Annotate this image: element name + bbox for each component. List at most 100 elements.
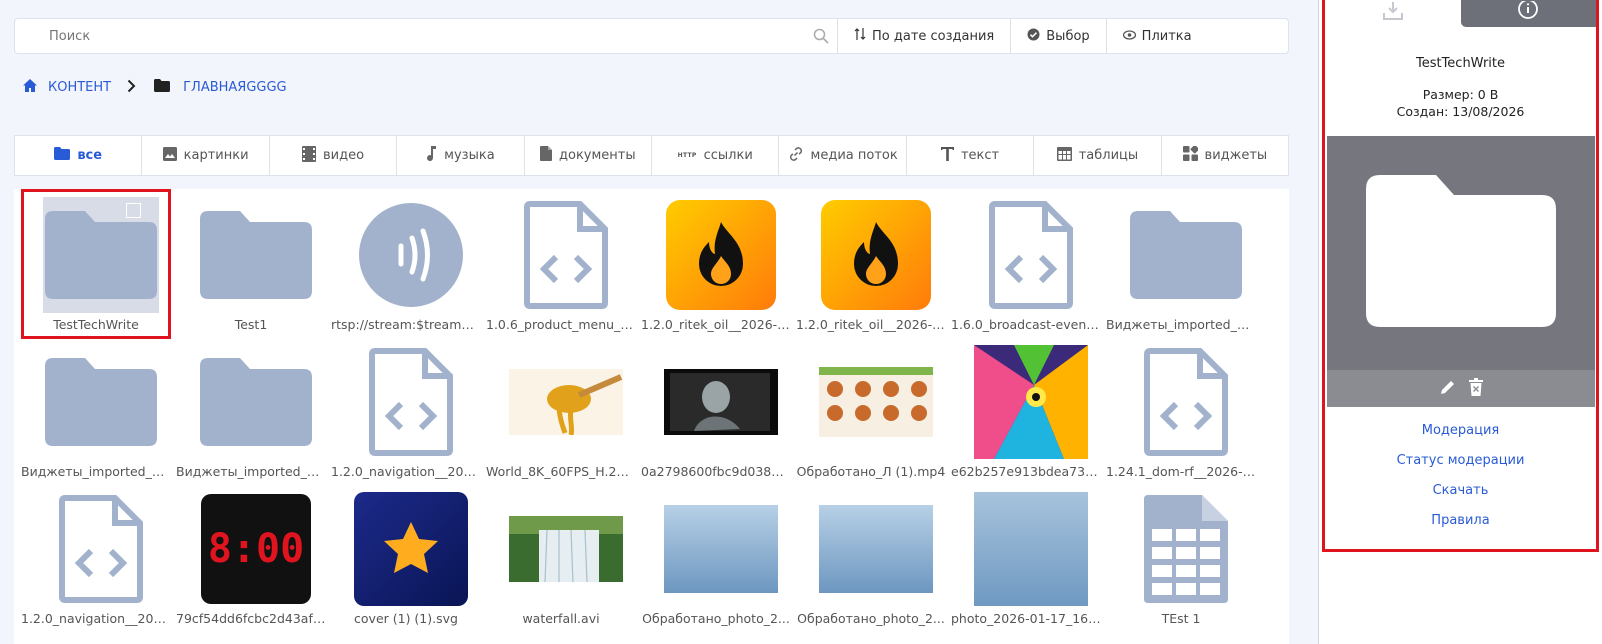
content-item[interactable]: e62b257e913bdea73f2... — [951, 336, 1101, 486]
music-note-icon — [426, 146, 437, 165]
content-item[interactable]: 1.2.0_navigation__2026... — [21, 483, 171, 633]
item-thumbnail — [973, 197, 1089, 313]
item-name: Виджеты_imported_49... — [1106, 317, 1256, 332]
filter-tab-4[interactable]: документы — [525, 136, 653, 175]
item-thumbnail — [1128, 344, 1244, 460]
filter-tab-7[interactable]: текст — [907, 136, 1035, 175]
content-item[interactable]: rtsp://stream:$tream1... — [331, 189, 481, 339]
content-item[interactable]: TEst 1 — [1106, 483, 1256, 633]
item-thumbnail — [973, 344, 1089, 460]
item-name: Обработано_photo_2... — [797, 611, 945, 626]
filter-tab-label: документы — [559, 148, 636, 163]
filter-tab-3[interactable]: музыка — [397, 136, 525, 175]
content-item[interactable]: waterfall.avi — [486, 483, 636, 633]
filter-tab-1[interactable]: картинки — [142, 136, 270, 175]
image-thumbnail — [974, 492, 1088, 606]
home-icon[interactable] — [22, 78, 38, 97]
table-file-icon — [1144, 495, 1228, 603]
content-item[interactable]: Обработано_Л (1).mp4 — [796, 336, 946, 486]
link-icon — [788, 146, 804, 166]
item-thumbnail — [353, 197, 469, 313]
eye-icon — [1122, 29, 1136, 44]
filter-tab-label: текст — [960, 148, 1000, 163]
content-item[interactable]: 1.2.0_ritek_oil__2026-0... — [641, 189, 791, 339]
type-filter-tabs: все картинки видео музыка документы HTTP ссылк… — [14, 135, 1289, 176]
filter-tab-9[interactable]: виджеты — [1162, 136, 1288, 175]
item-thumbnail — [1128, 197, 1244, 313]
top-toolbar: По дате создания Выбор Плитка — [14, 18, 1289, 54]
item-name: Виджеты_imported_d... — [21, 464, 171, 479]
item-thumbnail — [663, 197, 779, 313]
select-button[interactable]: Выбор — [1010, 19, 1105, 53]
content-item[interactable]: Виджеты_imported_94... — [176, 336, 326, 486]
content-item[interactable]: Test1 — [176, 189, 326, 339]
chevron-right-icon — [127, 79, 136, 97]
content-item[interactable]: Обработано_photo_2... — [796, 483, 946, 633]
item-thumbnail — [973, 491, 1089, 607]
content-item[interactable]: 1.2.0_navigation__2026... — [331, 336, 481, 486]
folder-icon — [54, 147, 71, 164]
item-thumbnail — [43, 491, 159, 607]
content-grid: TestTechWrite Test1 rtsp://stream:$tream1.… — [14, 189, 1289, 644]
search-icon[interactable] — [813, 28, 829, 48]
sort-button[interactable]: По дате создания — [837, 19, 1010, 53]
item-thumbnail — [818, 344, 934, 460]
item-name: 1.2.0_navigation__2026... — [331, 464, 481, 479]
filter-tab-8[interactable]: таблицы — [1034, 136, 1162, 175]
item-thumbnail — [198, 197, 314, 313]
filter-tab-0[interactable]: все — [15, 136, 143, 175]
sort-icon — [854, 27, 866, 45]
content-item[interactable]: TestTechWrite — [21, 189, 171, 339]
item-thumbnail — [508, 197, 624, 313]
image-thumbnail — [974, 345, 1088, 459]
item-name: Обработано_photo_2... — [642, 611, 790, 626]
filter-tab-6[interactable]: медиа поток — [779, 136, 907, 175]
content-item[interactable]: 0a2798600fbc9d03827... — [641, 336, 791, 486]
search-box — [15, 19, 837, 53]
item-thumbnail — [818, 197, 934, 313]
item-name: cover (1) (1).svg — [354, 611, 458, 626]
view-mode-label: Плитка — [1141, 28, 1192, 44]
content-item[interactable]: World_8K_60FPS_H.26... — [486, 336, 636, 486]
item-name: 0a2798600fbc9d03827... — [641, 464, 791, 479]
filter-tab-label: все — [77, 148, 103, 163]
code-file-icon — [369, 348, 453, 456]
filter-tab-5[interactable]: HTTP ссылки — [652, 136, 780, 175]
item-name: 1.24.1_dom-rf__2026-0... — [1106, 464, 1256, 479]
content-item[interactable]: 1.2.0_ritek_oil__2026-0... — [796, 189, 946, 339]
image-icon — [162, 146, 177, 165]
content-item[interactable]: 1.24.1_dom-rf__2026-0... — [1106, 336, 1256, 486]
folder-icon — [45, 211, 157, 299]
item-thumbnail — [508, 491, 624, 607]
content-item[interactable]: cover (1) (1).svg — [331, 483, 481, 633]
content-item[interactable]: Виджеты_imported_d... — [21, 336, 171, 486]
widgets-icon — [1182, 145, 1199, 165]
image-thumbnail — [819, 367, 933, 437]
breadcrumb-current[interactable]: ГЛАВНАЯGGGG — [183, 80, 287, 95]
clock-digits: 8:00 — [207, 526, 305, 572]
item-name: 1.2.0_ritek_oil__2026-0... — [796, 317, 946, 332]
item-checkbox[interactable] — [126, 203, 141, 218]
filter-tab-2[interactable]: видео — [270, 136, 398, 175]
content-item[interactable]: Виджеты_imported_49... — [1106, 189, 1256, 339]
item-thumbnail — [818, 491, 934, 607]
film-icon — [301, 145, 316, 166]
filter-tab-label: виджеты — [1204, 148, 1268, 163]
fire-app-icon — [666, 200, 776, 310]
view-mode-button[interactable]: Плитка — [1105, 19, 1288, 53]
item-thumbnail — [1128, 491, 1244, 607]
breadcrumb-root[interactable]: КОНТЕНТ — [48, 80, 111, 95]
content-item[interactable]: 1.6.0_broadcast-events... — [951, 189, 1101, 339]
content-item[interactable]: 8:00 79cf54dd6fcbc2d43af5... — [176, 483, 326, 633]
content-item[interactable]: photo_2026-01-17_16-... — [951, 483, 1101, 633]
content-item[interactable]: 1.0.6_product_menu_b... — [486, 189, 636, 339]
folder-icon — [1130, 211, 1242, 299]
item-thumbnail — [198, 344, 314, 460]
code-file-icon — [524, 201, 608, 309]
check-circle-icon — [1027, 28, 1040, 45]
search-input[interactable] — [49, 28, 769, 44]
content-item[interactable]: Обработано_photo_2... — [641, 483, 791, 633]
code-file-icon — [1144, 348, 1228, 456]
document-icon — [540, 146, 552, 165]
item-thumbnail — [353, 344, 469, 460]
